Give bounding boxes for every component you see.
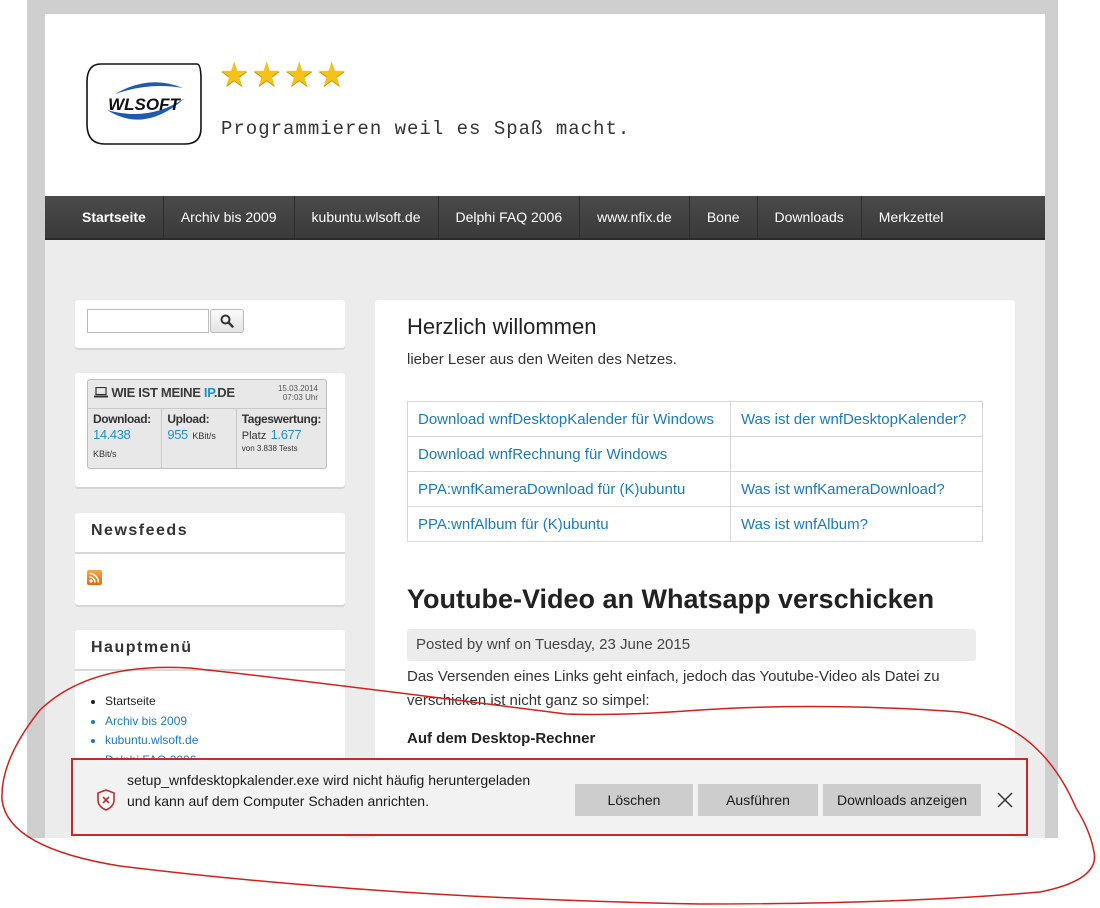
welcome-title: Herzlich willommen — [407, 314, 597, 339]
star-icon: ★ — [219, 55, 250, 95]
web-page: WLSOFT ★ ★ ★ ★ Programmieren weil es Spa… — [45, 14, 1045, 838]
link-download-rechnung[interactable]: Download wnfRechnung für Windows — [407, 436, 731, 472]
welcome-subtitle: lieber Leser aus den Weiten des Netzes. — [407, 351, 677, 368]
search-input[interactable] — [87, 309, 209, 333]
menu-item-kubuntu[interactable]: kubuntu.wlsoft.de — [105, 731, 198, 751]
download-warning-message: setup_wnfdesktopkalender.exe wird nicht … — [127, 772, 531, 809]
search-icon — [220, 314, 234, 328]
link-ppa-album[interactable]: PPA:wnfAlbum für (K)ubuntu — [407, 506, 731, 542]
ip-speed-banner[interactable]: WIE IST MEINE IP.DE 15.03.2014 07:03 Uhr… — [87, 379, 327, 469]
search-button[interactable] — [210, 309, 244, 333]
nav-item-bone[interactable]: Bone — [690, 196, 758, 238]
ip-banner-stats: Download: 14.438 KBit/s Upload: 955 KBit… — [88, 408, 326, 469]
search-widget — [75, 300, 345, 348]
shield-warning-icon — [97, 789, 115, 811]
divider — [75, 552, 345, 554]
upload-stat: Upload: 955 KBit/s — [162, 409, 237, 469]
delete-button[interactable]: Löschen — [575, 784, 693, 816]
link-about-kameradownload[interactable]: Was ist wnfKameraDownload? — [730, 471, 983, 507]
show-downloads-button[interactable]: Downloads anzeigen — [823, 784, 981, 816]
post-subheading: Auf dem Desktop-Rechner — [407, 730, 596, 747]
ip-speed-widget[interactable]: WIE IST MEINE IP.DE 15.03.2014 07:03 Uhr… — [75, 373, 345, 487]
rating-stars: ★ ★ ★ ★ — [219, 58, 347, 92]
link-download-desktopkalender[interactable]: Download wnfDesktopKalender für Windows — [407, 401, 731, 437]
svg-text:WLSOFT: WLSOFT — [108, 95, 181, 114]
table-row: Download wnfRechnung für Windows — [407, 436, 983, 472]
empty-cell — [730, 436, 983, 472]
post-meta: Posted by wnf on Tuesday, 23 June 2015 — [407, 629, 976, 661]
ip-banner-date: 15.03.2014 07:03 Uhr — [277, 384, 318, 402]
download-stat: Download: 14.438 KBit/s — [88, 409, 163, 469]
link-about-desktopkalender[interactable]: Was ist der wnfDesktopKalender? — [730, 401, 983, 437]
ip-banner-title: WIE IST MEINE IP.DE — [94, 385, 235, 400]
menu-item-archiv[interactable]: Archiv bis 2009 — [105, 712, 198, 732]
site-header: WLSOFT ★ ★ ★ ★ Programmieren weil es Spa… — [45, 14, 1045, 196]
table-row: PPA:wnfKameraDownload für (K)ubuntu Was … — [407, 471, 983, 507]
star-icon: ★ — [316, 55, 347, 95]
star-icon: ★ — [283, 55, 315, 95]
post-text: Das Versenden eines Links geht einfach, … — [407, 668, 940, 709]
downloads-table: Download wnfDesktopKalender für Windows … — [407, 401, 983, 542]
run-button[interactable]: Ausführen — [698, 784, 818, 816]
menu-item-startseite[interactable]: Startseite — [105, 692, 198, 712]
site-tagline: Programmieren weil es Spaß macht. — [221, 118, 631, 140]
newsfeeds-widget: Newsfeeds — [75, 513, 345, 605]
link-ppa-kameradownload[interactable]: PPA:wnfKameraDownload für (K)ubuntu — [407, 471, 731, 507]
nav-item-merkzettel[interactable]: Merkzettel — [862, 196, 961, 238]
rating-stat: Tageswertung: Platz 1.677 von 3.838 Test… — [241, 412, 322, 453]
nav-item-downloads[interactable]: Downloads — [758, 196, 862, 238]
site-logo[interactable]: WLSOFT — [85, 60, 203, 146]
nav-item-nfix[interactable]: www.nfix.de — [580, 196, 690, 238]
nav-item-kubuntu[interactable]: kubuntu.wlsoft.de — [295, 196, 439, 238]
table-row: PPA:wnfAlbum für (K)ubuntu Was ist wnfAl… — [407, 506, 983, 542]
table-row: Download wnfDesktopKalender für Windows … — [407, 401, 983, 437]
post-title[interactable]: Youtube-Video an Whatsapp verschicken — [407, 584, 934, 615]
nav-item-archiv[interactable]: Archiv bis 2009 — [164, 196, 295, 238]
rss-icon[interactable] — [87, 570, 102, 585]
main-nav: Startseite Archiv bis 2009 kubuntu.wlsof… — [45, 196, 1045, 240]
main-menu-title: Hauptmenü — [91, 639, 193, 656]
star-icon: ★ — [251, 55, 282, 95]
newsfeeds-title: Newsfeeds — [91, 522, 189, 539]
download-warning-bar: setup_wnfdesktopkalender.exe wird nicht … — [71, 758, 1028, 836]
nav-item-startseite[interactable]: Startseite — [45, 196, 164, 238]
close-icon[interactable] — [995, 790, 1015, 810]
divider — [75, 669, 345, 671]
laptop-icon — [94, 386, 108, 398]
link-about-album[interactable]: Was ist wnfAlbum? — [730, 506, 983, 542]
nav-item-delphi-faq[interactable]: Delphi FAQ 2006 — [439, 196, 581, 238]
